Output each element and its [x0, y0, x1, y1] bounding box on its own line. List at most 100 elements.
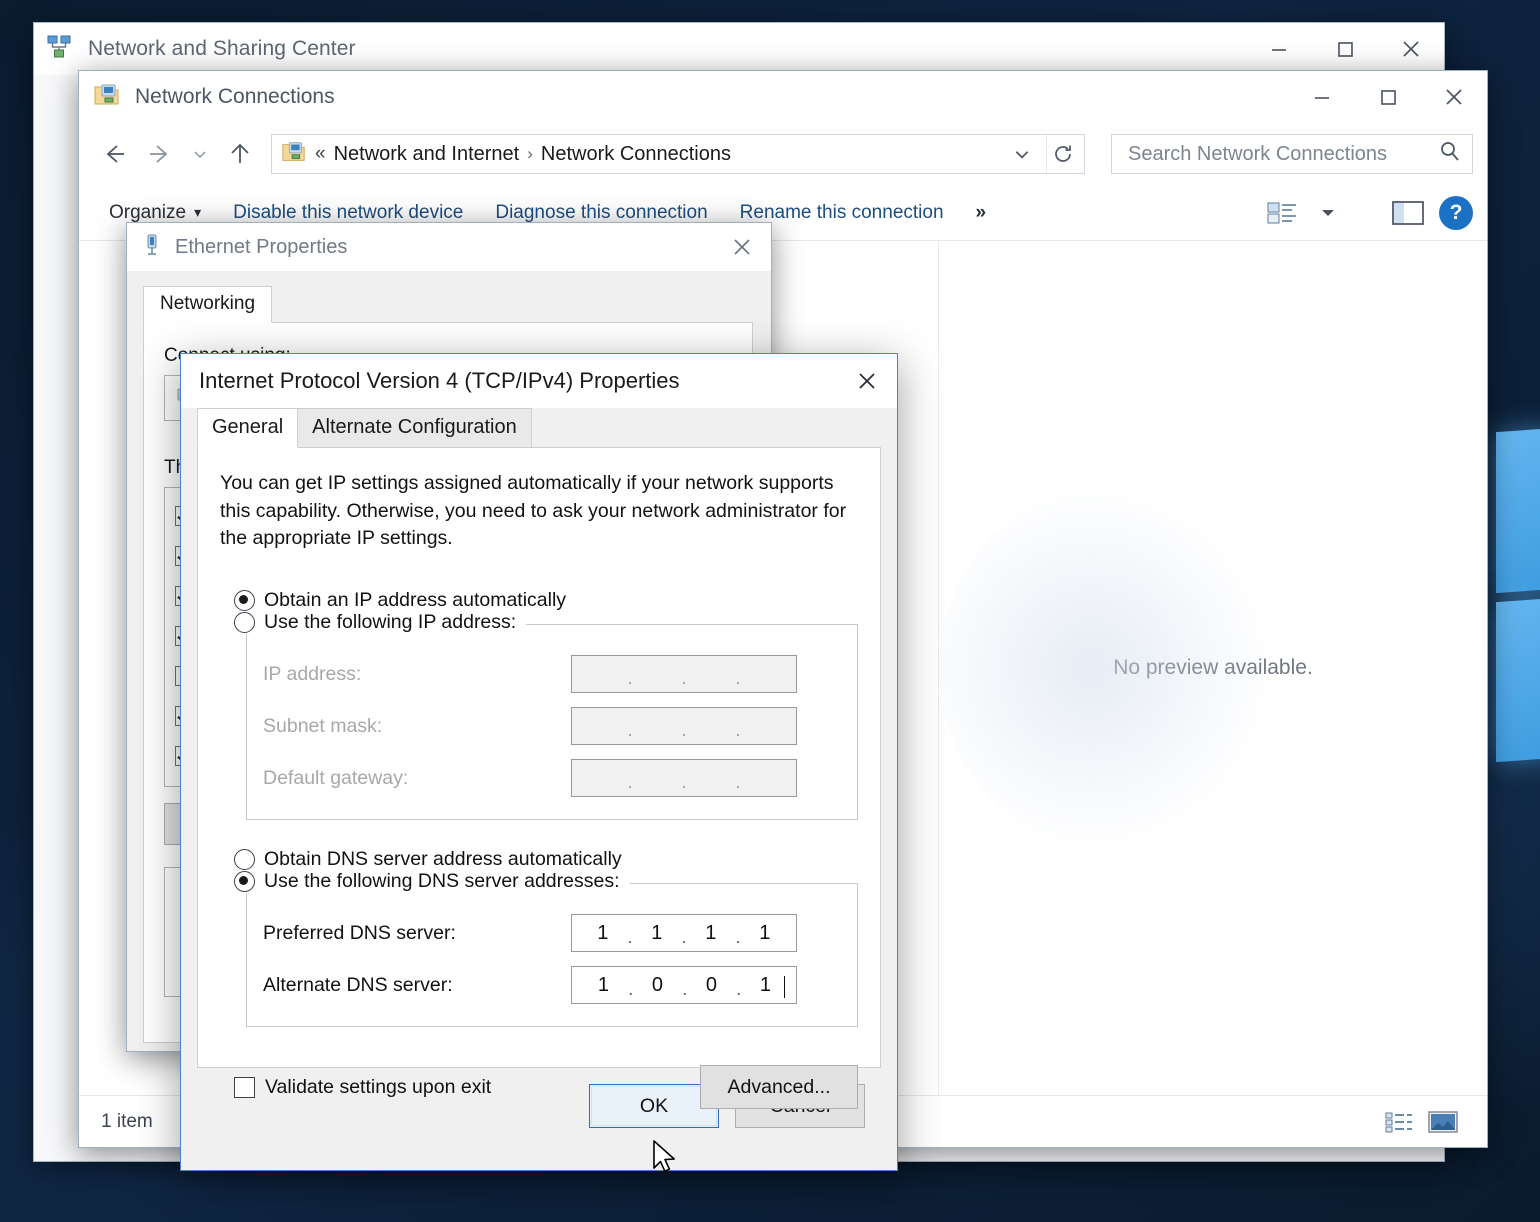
address-chevron-down-icon[interactable] [1006, 135, 1038, 173]
command-overflow-button[interactable]: » [960, 202, 1003, 224]
octet: 0 [705, 973, 718, 996]
octet: 1 [597, 973, 610, 996]
subnet-mask-label: Subnet mask: [263, 714, 383, 737]
default-gateway-row: Default gateway: ... [263, 759, 841, 798]
explorer-window-title: Network Connections [135, 85, 335, 108]
octet: 0 [651, 973, 664, 996]
octet: 1 [759, 973, 772, 996]
subnet-mask-input[interactable]: ... [571, 707, 797, 746]
ipv4-tab-strip: General Alternate Configuration [197, 408, 881, 448]
ip-address-row: IP address: ... [263, 655, 841, 694]
close-button[interactable] [713, 223, 771, 271]
tab-alternate-configuration[interactable]: Alternate Configuration [297, 408, 532, 448]
up-arrow-icon[interactable] [219, 133, 261, 175]
view-chevron-down-icon[interactable] [1305, 193, 1351, 233]
rename-connection-button[interactable]: Rename this connection [724, 202, 960, 224]
ipv4-intro-text: You can get IP settings assigned automat… [220, 472, 847, 550]
ip-address-input[interactable]: ... [571, 655, 797, 694]
help-button[interactable]: ? [1439, 195, 1473, 230]
tab-networking[interactable]: Networking [143, 286, 273, 323]
organize-label: Organize [109, 201, 187, 223]
general-tab-panel: You can get IP settings assigned automat… [197, 448, 881, 1110]
ipv4-properties-dialog[interactable]: Internet Protocol Version 4 (TCP/IPv4) P… [180, 353, 898, 1171]
use-following-dns-option[interactable]: Use the following DNS server addresses: [234, 870, 630, 894]
default-gateway-label: Default gateway: [263, 766, 409, 789]
text-cursor [783, 976, 786, 999]
alternate-dns-input[interactable]: 1.0.0.1 [571, 966, 797, 1005]
use-following-ip-radio[interactable] [234, 612, 255, 634]
preview-pane-icon[interactable] [1385, 193, 1431, 233]
preview-placeholder-text: No preview available. [1113, 656, 1313, 679]
close-button[interactable] [837, 354, 897, 408]
explorer-window-controls [1289, 71, 1487, 123]
ethernet-titlebar: Ethernet Properties [127, 223, 771, 271]
organize-button[interactable]: Organize ▾ [93, 202, 217, 224]
ip-address-label: IP address: [263, 662, 362, 685]
details-view-icon[interactable] [1377, 1104, 1421, 1140]
organize-caret-icon: ▾ [194, 204, 202, 220]
use-following-dns-label: Use the following DNS server addresses: [264, 870, 620, 893]
breadcrumb-overflow[interactable]: « [315, 143, 326, 165]
sharing-window-title: Network and Sharing Center [88, 37, 356, 60]
recent-locations-chevron-down-icon[interactable] [185, 133, 215, 175]
minimize-button[interactable] [1246, 23, 1312, 75]
ipv4-dialog-title: Internet Protocol Version 4 (TCP/IPv4) P… [199, 368, 680, 393]
octet: 1 [597, 921, 609, 944]
network-sharing-icon [46, 34, 72, 65]
ethernet-tab-strip: Networking [143, 285, 753, 323]
address-bar[interactable]: « Network and Internet › Network Connect… [271, 134, 1085, 174]
explorer-titlebar: Network Connections [79, 71, 1487, 123]
search-box[interactable] [1111, 134, 1473, 174]
search-input[interactable] [1128, 142, 1438, 166]
large-icons-view-icon[interactable] [1421, 1104, 1465, 1140]
default-gateway-input[interactable]: ... [571, 759, 797, 798]
use-following-ip-label: Use the following IP address: [264, 611, 517, 634]
back-arrow-icon[interactable] [93, 133, 135, 175]
item-count-label: 1 item [101, 1110, 153, 1132]
breadcrumb-item-network-and-internet[interactable]: Network and Internet [334, 143, 520, 166]
search-icon[interactable] [1438, 140, 1462, 169]
diagnose-connection-button[interactable]: Diagnose this connection [479, 202, 723, 224]
obtain-ip-automatically-label: Obtain an IP address automatically [264, 589, 567, 612]
minimize-button[interactable] [1289, 71, 1355, 123]
preferred-dns-input[interactable]: 1.1.1.1 [571, 914, 797, 953]
alternate-dns-row: Alternate DNS server: 1.0.0.1 [263, 966, 841, 1005]
explorer-navigation-bar: « Network and Internet › Network Connect… [79, 123, 1487, 185]
advanced-button[interactable]: Advanced... [700, 1065, 858, 1110]
disable-network-device-button[interactable]: Disable this network device [217, 202, 479, 224]
refresh-icon[interactable] [1046, 135, 1078, 173]
change-view-icon[interactable] [1259, 193, 1305, 233]
desktop: Network and Sharing Center Network Conne… [0, 0, 1540, 1222]
maximize-button[interactable] [1355, 71, 1421, 123]
manual-ip-group: Use the following IP address: IP address… [234, 611, 858, 821]
obtain-dns-automatically-option[interactable]: Obtain DNS server address automatically [234, 848, 858, 871]
tab-general[interactable]: General [197, 408, 299, 448]
alternate-dns-label: Alternate DNS server: [263, 973, 453, 996]
validate-settings-checkbox[interactable] [234, 1076, 255, 1098]
preferred-dns-row: Preferred DNS server: 1.1.1.1 [263, 914, 841, 953]
close-button[interactable] [1421, 71, 1487, 123]
preferred-dns-label: Preferred DNS server: [263, 921, 456, 944]
obtain-ip-automatically-option[interactable]: Obtain an IP address automatically [234, 589, 858, 612]
obtain-ip-automatically-radio[interactable] [234, 590, 255, 612]
windows-logo-wallpaper [1496, 427, 1540, 763]
octet: 1 [705, 921, 717, 944]
use-following-dns-radio[interactable] [234, 871, 255, 893]
ipv4-dialog-body: General Alternate Configuration You can … [181, 408, 897, 1128]
sharing-titlebar: Network and Sharing Center [34, 23, 1444, 75]
address-bar-location-icon [281, 139, 307, 170]
maximize-button[interactable] [1312, 23, 1378, 75]
network-connections-icon [93, 81, 121, 114]
octet: 1 [651, 921, 663, 944]
preview-pane: No preview available. [939, 241, 1487, 1095]
subnet-mask-row: Subnet mask: ... [263, 707, 841, 746]
sharing-window-controls [1246, 23, 1444, 75]
network-adapter-icon [141, 233, 163, 262]
use-following-ip-option[interactable]: Use the following IP address: [234, 611, 527, 635]
forward-arrow-icon[interactable] [139, 133, 181, 175]
obtain-dns-automatically-radio[interactable] [234, 849, 255, 871]
close-button[interactable] [1378, 23, 1444, 75]
breadcrumb-item-network-connections[interactable]: Network Connections [541, 143, 731, 166]
obtain-dns-automatically-label: Obtain DNS server address automatically [264, 848, 622, 871]
validate-settings-option[interactable]: Validate settings upon exit [234, 1076, 491, 1099]
